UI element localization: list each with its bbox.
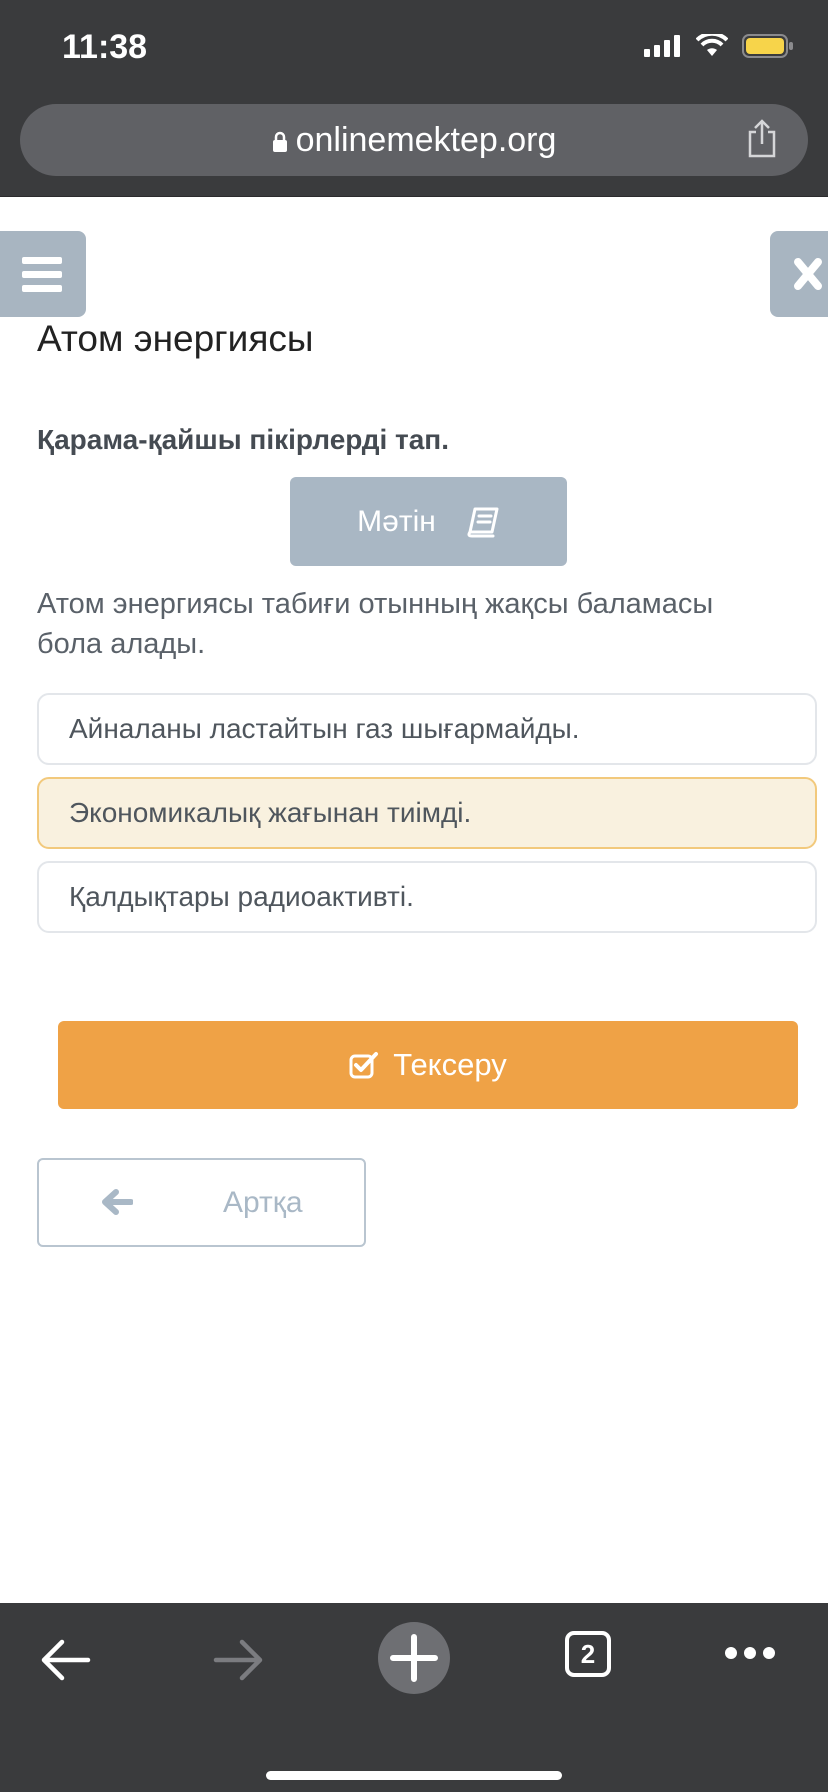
status-time: 11:38: [62, 28, 148, 66]
lock-icon: [272, 131, 287, 153]
status-icons: [644, 34, 794, 58]
statement-text: Атом энергиясы табиғи отынның жақсы бала…: [37, 588, 714, 660]
answer-option-1[interactable]: Айналаны ластайтын газ шығармайды.: [37, 693, 817, 765]
answer-option-label: Айналаны ластайтын газ шығармайды.: [69, 713, 580, 744]
close-icon: [794, 258, 822, 290]
answer-option-2[interactable]: Экономикалық жағынан тиімді.: [37, 777, 817, 849]
more-options-icon[interactable]: [722, 1643, 778, 1663]
close-button[interactable]: [770, 231, 828, 317]
answer-option-label: Экономикалық жағынан тиімді.: [69, 797, 472, 828]
new-tab-icon[interactable]: [377, 1621, 451, 1695]
back-button-label: Артқа: [223, 1186, 303, 1219]
menu-button[interactable]: [0, 231, 86, 317]
share-icon[interactable]: [746, 118, 778, 158]
back-button[interactable]: Артқа: [37, 1158, 366, 1247]
tabs-count: 2: [580, 1638, 596, 1669]
page-title: Атом энергиясы: [37, 318, 314, 359]
home-indicator: [266, 1771, 562, 1780]
answer-option-3[interactable]: Қалдықтары радиоактивті.: [37, 861, 817, 933]
browser-top-bar: 11:38 onlinemektep.org: [0, 0, 828, 197]
wifi-icon: [696, 34, 728, 56]
check-button[interactable]: Тексеру: [58, 1021, 798, 1109]
url-display: onlinemektep.org: [20, 121, 808, 160]
address-bar[interactable]: onlinemektep.org: [20, 104, 808, 176]
checkbox-checked-icon: [349, 1052, 379, 1079]
battery-icon: [742, 34, 793, 58]
browser-bottom-bar: 2: [0, 1603, 828, 1792]
check-button-label: Тексеру: [393, 1047, 507, 1082]
hamburger-icon: [22, 257, 62, 292]
answer-option-label: Қалдықтары радиоактивті.: [69, 881, 414, 912]
back-arrow-icon[interactable]: [38, 1633, 92, 1687]
tabs-button[interactable]: 2: [565, 1631, 611, 1677]
question-prompt: Қарама-қайшы пікірлерді тап.: [37, 424, 450, 455]
url-text: onlinemektep.org: [295, 121, 557, 159]
text-button-label: Мәтін: [357, 504, 436, 538]
forward-arrow-icon: [213, 1639, 263, 1681]
arrow-left-icon: [102, 1189, 133, 1215]
signal-icon: [644, 35, 680, 57]
book-icon: [467, 507, 499, 537]
text-button[interactable]: Мәтін: [290, 477, 567, 566]
